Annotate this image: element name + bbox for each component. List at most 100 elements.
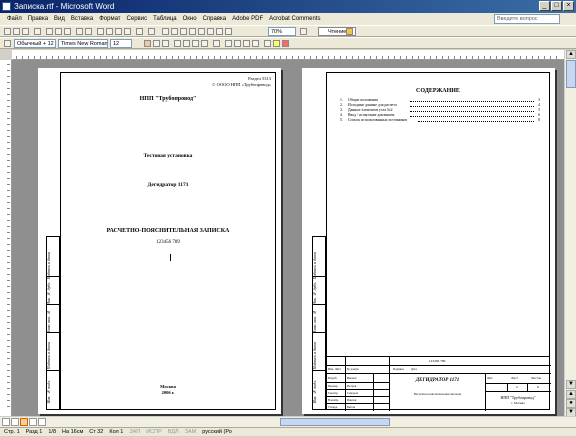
ask-question-input[interactable]: Введите вопрос xyxy=(494,14,560,24)
prev-page-icon[interactable]: ▲ xyxy=(566,390,576,399)
document-area[interactable]: Подпись и дата Инв. № дубл. Взам. инв. №… xyxy=(12,60,564,416)
print-icon[interactable] xyxy=(55,28,62,35)
menu-acrobat-comments[interactable]: Acrobat Comments xyxy=(266,13,323,25)
align-right-icon[interactable] xyxy=(192,40,199,47)
toc-heading: СОДЕРЖАНИЕ xyxy=(416,88,460,94)
header-section: Раздел 5313 xyxy=(248,76,271,81)
ruler-tick xyxy=(7,322,10,323)
underline-icon[interactable] xyxy=(162,40,169,47)
normal-view-icon[interactable] xyxy=(2,418,10,426)
hyperlink-icon[interactable] xyxy=(162,28,169,35)
numbering-icon[interactable] xyxy=(225,40,232,47)
ruler-tick xyxy=(232,56,233,59)
document-map-icon[interactable] xyxy=(216,28,223,35)
print-layout-icon[interactable] xyxy=(20,418,28,426)
vertical-ruler[interactable] xyxy=(0,60,12,416)
ruler-tick xyxy=(514,56,515,59)
email-icon[interactable] xyxy=(46,28,53,35)
ruler-tick xyxy=(190,56,191,59)
status-record[interactable]: ЗАП xyxy=(129,428,140,436)
styles-pane-icon[interactable] xyxy=(4,40,11,47)
paste-icon[interactable] xyxy=(115,28,122,35)
pdf-icon[interactable] xyxy=(346,28,353,35)
menu-tools[interactable]: Сервис xyxy=(124,13,151,25)
bold-icon[interactable] xyxy=(144,40,151,47)
toc-item[interactable]: 5. Список использованных источников 8 xyxy=(340,118,540,123)
format-painter-icon[interactable] xyxy=(124,28,131,35)
decrease-indent-icon[interactable] xyxy=(243,40,250,47)
page-2[interactable]: Подпись и дата Инв. № дубл. Взам. инв. №… xyxy=(302,68,555,414)
new-document-icon[interactable] xyxy=(4,28,11,35)
scroll-thumb[interactable] xyxy=(566,60,576,88)
ruler-tick xyxy=(178,56,179,59)
font-select[interactable]: Times New Roman xyxy=(58,39,108,48)
ruler-tick xyxy=(7,388,10,389)
show-hide-icon[interactable] xyxy=(225,28,232,35)
style-select[interactable]: Обычный + 12 п xyxy=(14,39,56,48)
web-view-icon[interactable] xyxy=(11,418,19,426)
horizontal-ruler[interactable] xyxy=(12,50,564,60)
page-1[interactable]: Подпись и дата Инв. № дубл. Взам. инв. №… xyxy=(38,68,281,414)
vertical-scrollbar[interactable]: ▲ ▼ ▲ ● ▼ xyxy=(564,50,576,417)
menu-adobe-pdf[interactable]: Adobe PDF xyxy=(229,13,266,25)
increase-indent-icon[interactable] xyxy=(252,40,259,47)
scroll-down-icon[interactable]: ▼ xyxy=(566,380,576,389)
columns-icon[interactable] xyxy=(198,28,205,35)
open-icon[interactable] xyxy=(13,28,20,35)
justify-icon[interactable] xyxy=(201,40,208,47)
print-preview-icon[interactable] xyxy=(64,28,71,35)
menu-window[interactable]: Окно xyxy=(180,13,200,25)
stamp-name: № докум. xyxy=(347,367,360,371)
ruler-tick xyxy=(7,160,10,161)
insert-excel-icon[interactable] xyxy=(189,28,196,35)
undo-icon[interactable] xyxy=(136,28,143,35)
help-icon[interactable] xyxy=(300,28,307,35)
align-left-icon[interactable] xyxy=(174,40,181,47)
ruler-tick xyxy=(82,56,83,59)
horizontal-scroll-thumb[interactable] xyxy=(280,418,390,426)
cut-icon[interactable] xyxy=(97,28,104,35)
side-label: Взам. инв. № xyxy=(312,310,317,334)
menu-format[interactable]: Формат xyxy=(96,13,123,25)
ruler-tick xyxy=(352,56,353,59)
close-button[interactable]: × xyxy=(563,1,574,11)
horizontal-scrollbar[interactable] xyxy=(0,416,576,427)
ruler-tick xyxy=(172,56,173,59)
menu-table[interactable]: Таблица xyxy=(150,13,180,25)
bullets-icon[interactable] xyxy=(234,40,241,47)
insert-table-icon[interactable] xyxy=(180,28,187,35)
border-icon[interactable] xyxy=(264,40,271,47)
drawing-icon[interactable] xyxy=(207,28,214,35)
minimize-button[interactable]: _ xyxy=(539,1,550,11)
ruler-tick xyxy=(7,274,10,275)
font-color-icon[interactable] xyxy=(282,40,289,47)
highlight-icon[interactable] xyxy=(273,40,280,47)
spelling-icon[interactable] xyxy=(76,28,83,35)
outline-view-icon[interactable] xyxy=(29,418,37,426)
reading-view-icon[interactable] xyxy=(38,418,46,426)
permission-icon[interactable] xyxy=(34,28,41,35)
stamp-row-label: Т.контр. xyxy=(328,391,339,395)
menu-file[interactable]: Файл xyxy=(4,13,25,25)
font-size-select[interactable]: 12 xyxy=(110,39,132,48)
select-browse-object-icon[interactable]: ● xyxy=(566,399,576,408)
stamp-row-label: Разраб. xyxy=(328,376,338,380)
redo-icon[interactable] xyxy=(148,28,155,35)
menu-insert[interactable]: Вставка xyxy=(68,13,96,25)
align-center-icon[interactable] xyxy=(183,40,190,47)
italic-icon[interactable] xyxy=(153,40,160,47)
tables-borders-icon[interactable] xyxy=(171,28,178,35)
maximize-button[interactable]: □ xyxy=(551,1,562,11)
menu-help[interactable]: Справка xyxy=(200,13,230,25)
status-extend[interactable]: ВДЛ xyxy=(168,428,179,436)
menu-view[interactable]: Вид xyxy=(51,13,68,25)
menu-edit[interactable]: Правка xyxy=(25,13,51,25)
zoom-select[interactable]: 70% xyxy=(268,27,296,36)
copy-icon[interactable] xyxy=(106,28,113,35)
research-icon[interactable] xyxy=(85,28,92,35)
line-spacing-icon[interactable] xyxy=(213,40,220,47)
status-overtype[interactable]: ЗАМ xyxy=(185,428,197,436)
scroll-up-icon[interactable]: ▲ xyxy=(566,50,576,59)
status-track[interactable]: ИСПР xyxy=(146,428,162,436)
save-icon[interactable] xyxy=(22,28,29,35)
